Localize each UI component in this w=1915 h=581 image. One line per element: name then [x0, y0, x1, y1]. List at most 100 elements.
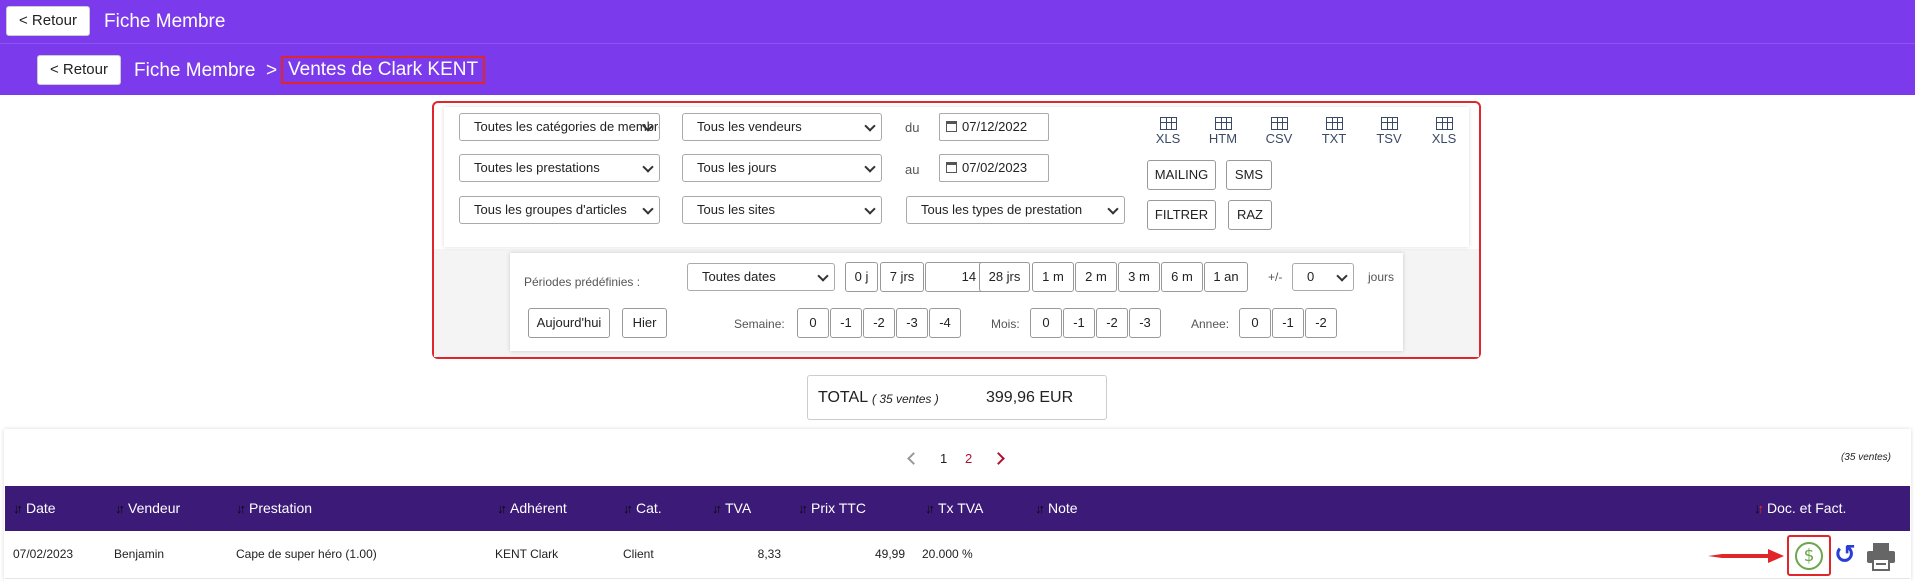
month-0-button[interactable]: 0 — [1030, 308, 1062, 338]
from-label: du — [905, 120, 920, 135]
chevron-down-icon — [864, 203, 876, 215]
breadcrumb-current: Ventes de Clark KENT — [281, 56, 486, 84]
back-button[interactable]: < Retour — [6, 6, 90, 36]
export-txt-button[interactable]: TXT — [1314, 117, 1354, 146]
chevron-down-icon — [864, 161, 876, 173]
days-select[interactable]: Tous les jours — [682, 154, 882, 182]
periods-select[interactable]: Toutes dates — [687, 263, 835, 291]
sort-icon: ↓↑ — [712, 501, 722, 516]
period-1an-button[interactable]: 1 an — [1204, 262, 1248, 292]
export-tsv-label: TSV — [1376, 131, 1402, 146]
date-from-input[interactable]: 07/12/2022 — [939, 113, 1049, 141]
period-2m-button[interactable]: 2 m — [1075, 262, 1117, 292]
date-to-value: 07/02/2023 — [962, 160, 1028, 175]
period-3m-button[interactable]: 3 m — [1118, 262, 1160, 292]
week-minus4-button[interactable]: -4 — [929, 308, 961, 338]
filter-button[interactable]: FILTRER — [1147, 200, 1216, 230]
mailing-button[interactable]: MAILING — [1147, 160, 1216, 190]
to-label: au — [905, 162, 920, 177]
breadcrumb-parent[interactable]: Fiche Membre — [134, 60, 255, 82]
grid-export-icon — [1214, 117, 1232, 130]
article-groups-select[interactable]: Tous les groupes d'articles — [459, 196, 660, 224]
export-csv-button[interactable]: CSV — [1259, 117, 1299, 146]
sms-button[interactable]: SMS — [1226, 160, 1272, 190]
printer-icon[interactable] — [1865, 540, 1897, 572]
month-minus1-button[interactable]: -1 — [1063, 308, 1095, 338]
col-tx-tva[interactable]: ↓↑ Tx TVA — [925, 500, 983, 516]
col-cat[interactable]: ↓↑ Cat. — [623, 500, 662, 516]
chevron-down-icon — [817, 270, 829, 282]
date-from-value: 07/12/2022 — [962, 119, 1028, 134]
today-button[interactable]: Aujourd'hui — [528, 308, 610, 338]
col-prestation[interactable]: ↓↑ Prestation — [236, 500, 312, 516]
page-1-link[interactable]: 1 — [940, 451, 947, 466]
offset-select-value: 0 — [1307, 269, 1315, 284]
week-minus3-button[interactable]: -3 — [896, 308, 928, 338]
week-minus2-button[interactable]: -2 — [863, 308, 895, 338]
days-label: jours — [1368, 270, 1395, 284]
col-tva[interactable]: ↓↑ TVA — [712, 500, 751, 516]
sites-select[interactable]: Tous les sites — [682, 196, 882, 224]
export-xls-label: XLS — [1155, 131, 1181, 146]
date-to-input[interactable]: 07/02/2023 — [939, 154, 1049, 182]
month-minus3-button[interactable]: -3 — [1129, 308, 1161, 338]
cell-tva: 8,33 — [757, 547, 781, 561]
year-minus2-button[interactable]: -2 — [1305, 308, 1337, 338]
cell-prestation: Cape de super héro (1.00) — [236, 547, 377, 561]
year-minus1-button[interactable]: -1 — [1272, 308, 1304, 338]
col-tx-tva-label: Tx TVA — [938, 500, 984, 516]
period-7jrs-button[interactable]: 7 jrs — [880, 262, 924, 292]
col-doc-fact[interactable]: ↓↑ Doc. et Fact. — [1754, 500, 1846, 516]
col-date[interactable]: ↓↑ Date — [13, 500, 56, 516]
period-6m-button[interactable]: 6 m — [1161, 262, 1203, 292]
period-28jrs-button[interactable]: 28 jrs — [979, 262, 1030, 292]
undo-icon[interactable]: ↺ — [1834, 542, 1860, 570]
week-0-button[interactable]: 0 — [797, 308, 829, 338]
reset-button[interactable]: RAZ — [1228, 200, 1272, 230]
periods-select-value: Toutes dates — [702, 269, 776, 284]
sites-select-value: Tous les sites — [697, 202, 776, 217]
chevron-down-icon — [1107, 203, 1119, 215]
prestations-select[interactable]: Toutes les prestations — [459, 154, 660, 182]
category-select[interactable]: Toutes les catégories de membres — [459, 113, 660, 141]
col-prix-ttc-label: Prix TTC — [811, 500, 866, 516]
calendar-icon — [946, 162, 957, 173]
total-count: ( 35 ventes ) — [872, 392, 939, 406]
month-minus2-button[interactable]: -2 — [1096, 308, 1128, 338]
table-row[interactable]: 07/02/2023 Benjamin Cape de super héro (… — [5, 531, 1910, 579]
calendar-icon — [946, 121, 957, 132]
yesterday-button[interactable]: Hier — [622, 308, 667, 338]
cell-adherent: KENT Clark — [495, 547, 559, 561]
cell-cat: Client — [623, 547, 654, 561]
prestation-types-select[interactable]: Tous les types de prestation — [906, 196, 1125, 224]
export-xls2-label: XLS — [1431, 131, 1457, 146]
period-0j-button[interactable]: 0 j — [845, 262, 878, 292]
year-0-button[interactable]: 0 — [1239, 308, 1271, 338]
export-xls2-button[interactable]: XLS — [1424, 117, 1464, 146]
sort-icon: ↓↑ — [115, 501, 125, 516]
vendor-select[interactable]: Tous les vendeurs — [682, 113, 882, 141]
col-prix-ttc[interactable]: ↓↑ Prix TTC — [798, 500, 866, 516]
col-vendeur[interactable]: ↓↑ Vendeur — [115, 500, 180, 516]
export-xls-button[interactable]: XLS — [1148, 117, 1188, 146]
year-label: Annee: — [1191, 317, 1230, 331]
col-adherent-label: Adhérent — [510, 500, 567, 516]
col-note[interactable]: ↓↑ Note — [1035, 500, 1078, 516]
col-adherent[interactable]: ↓↑ Adhérent — [497, 500, 567, 516]
period-1m-button[interactable]: 1 m — [1032, 262, 1074, 292]
export-tsv-button[interactable]: TSV — [1369, 117, 1409, 146]
dollar-button[interactable]: $ — [1787, 535, 1831, 576]
offset-select[interactable]: 0 — [1292, 263, 1354, 291]
week-minus1-button[interactable]: -1 — [830, 308, 862, 338]
export-htm-button[interactable]: HTM — [1203, 117, 1243, 146]
col-doc-fact-label: Doc. et Fact. — [1767, 500, 1847, 516]
breadcrumb-back-button[interactable]: < Retour — [37, 55, 121, 85]
cell-prix: 49,99 — [874, 547, 905, 561]
page-2-link[interactable]: 2 — [965, 451, 972, 466]
export-txt-label: TXT — [1321, 131, 1347, 146]
chevron-down-icon — [1336, 270, 1348, 282]
grid-export-icon — [1325, 117, 1343, 130]
sort-icon: ↓↑ — [1035, 501, 1045, 516]
sort-icon: ↓↑ — [798, 501, 808, 516]
vendor-select-value: Tous les vendeurs — [697, 119, 802, 134]
